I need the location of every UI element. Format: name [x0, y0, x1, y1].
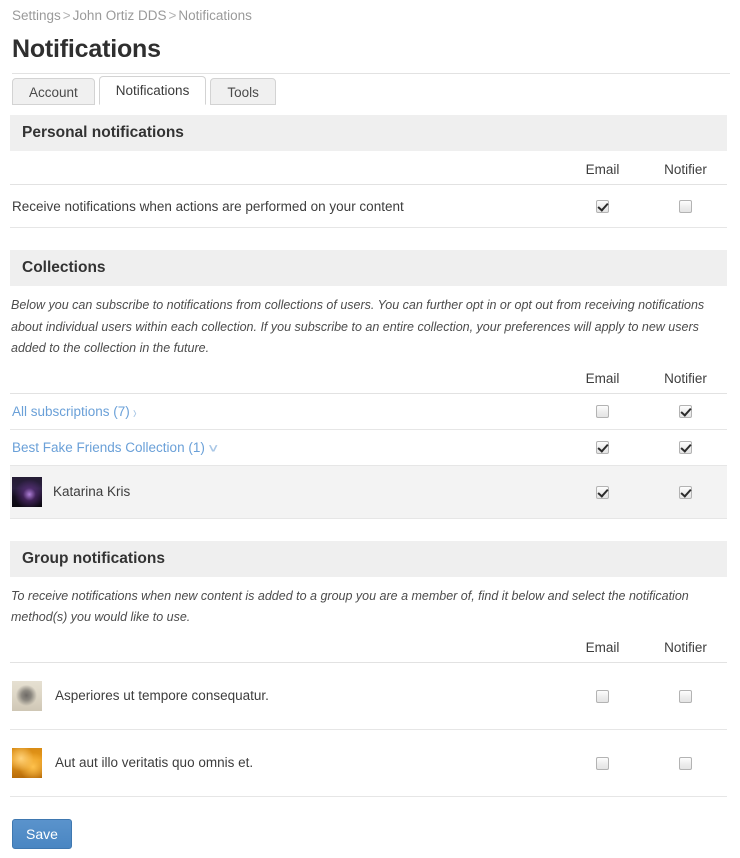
page-title: Notifications	[12, 35, 730, 64]
group-name: Aut aut illo veritatis quo omnis et.	[42, 755, 253, 770]
group-2-email-cell	[561, 729, 644, 796]
column-header-notifier: Notifier	[644, 360, 727, 394]
user-name: Katarina Kris	[42, 484, 130, 499]
group-1-notifier-checkbox[interactable]	[679, 690, 692, 703]
group-thumbnail	[12, 681, 42, 711]
group-thumbnail	[12, 748, 42, 778]
group-2-notifier-checkbox[interactable]	[679, 757, 692, 770]
breadcrumb-item-user[interactable]: John Ortiz DDS	[73, 8, 167, 23]
table-header-row: Email Notifier	[10, 151, 727, 185]
collection-all-subscriptions-cell: All subscriptions (7)›	[10, 393, 561, 429]
user-row-katarina: Katarina Kris	[10, 465, 561, 518]
collection-bff-notifier-checkbox[interactable]	[679, 441, 692, 454]
settings-notifications-page: Settings>John Ortiz DDS>Notifications No…	[0, 0, 740, 849]
breadcrumb-item-settings[interactable]: Settings	[12, 8, 61, 23]
collection-bff-notifier-cell	[644, 429, 727, 465]
table-header-row: Email Notifier	[10, 360, 727, 394]
table-row: All subscriptions (7)›	[10, 393, 727, 429]
user-notifier-cell	[644, 465, 727, 518]
group-1-email-cell	[561, 662, 644, 729]
collection-bff-email-cell	[561, 429, 644, 465]
table-row: Receive notifications when actions are p…	[10, 185, 727, 228]
breadcrumb-separator: >	[61, 8, 73, 23]
user-email-cell	[561, 465, 644, 518]
column-header-label	[10, 151, 561, 185]
column-header-notifier: Notifier	[644, 151, 727, 185]
section-header-groups: Group notifications	[10, 541, 727, 577]
column-header-label	[10, 629, 561, 663]
personal-notifier-cell	[644, 185, 727, 228]
tab-notifications[interactable]: Notifications	[99, 76, 207, 105]
section-header-personal: Personal notifications	[10, 115, 727, 151]
user-notifier-checkbox[interactable]	[679, 486, 692, 499]
column-header-email: Email	[561, 151, 644, 185]
tab-account[interactable]: Account	[12, 78, 95, 105]
group-1-notifier-cell	[644, 662, 727, 729]
column-header-notifier: Notifier	[644, 629, 727, 663]
group-row-1: Asperiores ut tempore consequatur.	[10, 662, 561, 729]
collection-all-notifier-cell	[644, 393, 727, 429]
personal-row-label: Receive notifications when actions are p…	[10, 185, 561, 228]
avatar	[12, 477, 42, 507]
collection-best-fake-friends-cell: Best Fake Friends Collection (1)∨	[10, 429, 561, 465]
collection-link-all-subscriptions[interactable]: All subscriptions (7)	[12, 404, 130, 419]
personal-notifications-table: Email Notifier Receive notifications whe…	[10, 151, 727, 228]
table-row: Best Fake Friends Collection (1)∨	[10, 429, 727, 465]
collection-all-notifier-checkbox[interactable]	[679, 405, 692, 418]
breadcrumb: Settings>John Ortiz DDS>Notifications	[10, 0, 730, 24]
collection-link-best-fake-friends[interactable]: Best Fake Friends Collection (1)	[12, 440, 205, 455]
group-1-email-checkbox[interactable]	[596, 690, 609, 703]
collection-all-email-checkbox[interactable]	[596, 405, 609, 418]
column-header-email: Email	[561, 360, 644, 394]
breadcrumb-separator: >	[166, 8, 178, 23]
personal-email-checkbox[interactable]	[596, 200, 609, 213]
personal-email-cell	[561, 185, 644, 228]
personal-notifier-checkbox[interactable]	[679, 200, 692, 213]
list-item: Katarina Kris	[10, 465, 727, 518]
chevron-down-icon[interactable]: ∨	[202, 441, 219, 454]
tab-bar: Account Notifications Tools	[12, 74, 730, 104]
form-actions: Save	[10, 819, 730, 849]
group-2-email-checkbox[interactable]	[596, 757, 609, 770]
group-notifications-table: Email Notifier Asperiores ut tempore con…	[10, 629, 727, 797]
user-email-checkbox[interactable]	[596, 486, 609, 499]
breadcrumb-item-notifications[interactable]: Notifications	[178, 8, 252, 23]
table-row: Asperiores ut tempore consequatur.	[10, 662, 727, 729]
table-header-row: Email Notifier	[10, 629, 727, 663]
chevron-right-icon[interactable]: ›	[130, 401, 136, 421]
collection-all-email-cell	[561, 393, 644, 429]
groups-description: To receive notifications when new conten…	[11, 586, 727, 629]
save-button[interactable]: Save	[12, 819, 72, 849]
column-header-label	[10, 360, 561, 394]
tab-tools[interactable]: Tools	[210, 78, 276, 105]
group-2-notifier-cell	[644, 729, 727, 796]
group-name: Asperiores ut tempore consequatur.	[42, 688, 269, 703]
collections-description: Below you can subscribe to notifications…	[11, 295, 727, 360]
column-header-email: Email	[561, 629, 644, 663]
group-row-2: Aut aut illo veritatis quo omnis et.	[10, 729, 561, 796]
table-row: Aut aut illo veritatis quo omnis et.	[10, 729, 727, 796]
collection-bff-email-checkbox[interactable]	[596, 441, 609, 454]
collections-table: Email Notifier All subscriptions (7)›	[10, 360, 727, 519]
section-header-collections: Collections	[10, 250, 727, 286]
